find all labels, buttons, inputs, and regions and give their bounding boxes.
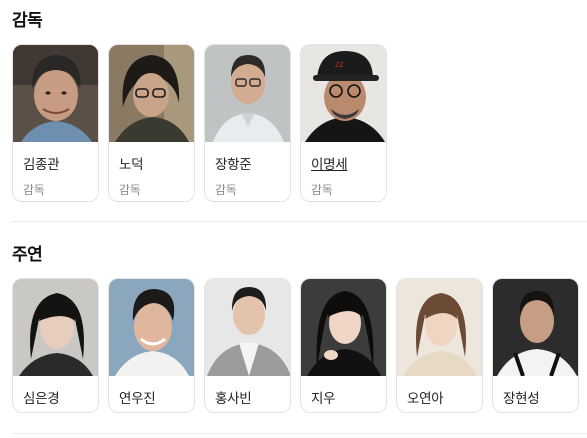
person-role: 감독 [23, 183, 45, 197]
person-card-director-1[interactable]: 김종관 감독 [12, 44, 99, 202]
people-panel: 감독 김종관 감독 노덕 감독 장항준 감독 ZZ 이명세 감독 주연 심은경 … [0, 0, 587, 438]
person-name-link[interactable]: 이명세 [311, 153, 386, 173]
person-card-director-2[interactable]: 노덕 감독 [108, 44, 195, 202]
person-photo: ZZ [301, 45, 386, 142]
directors-section-title: 감독 [12, 11, 43, 31]
directors-row: 김종관 감독 노덕 감독 장항준 감독 ZZ 이명세 감독 [12, 44, 387, 202]
person-name: 지우 [311, 391, 336, 407]
person-name: 장항준 [215, 157, 252, 173]
person-card-director-3[interactable]: 장항준 감독 [204, 44, 291, 202]
person-photo [493, 279, 578, 376]
svg-text:ZZ: ZZ [335, 62, 343, 69]
cast-section-title: 주연 [12, 245, 43, 265]
person-photo [397, 279, 482, 376]
person-photo [205, 279, 290, 376]
person-photo [109, 45, 194, 142]
person-photo [109, 279, 194, 376]
person-photo [301, 279, 386, 376]
person-name: 심은경 [23, 391, 60, 407]
person-role: 감독 [215, 183, 237, 197]
person-name: 연우진 [119, 391, 156, 407]
person-card-director-4[interactable]: ZZ 이명세 감독 [300, 44, 387, 202]
person-role: 감독 [311, 183, 333, 197]
person-card-cast-2[interactable]: 연우진 [108, 278, 195, 413]
person-role: 감독 [119, 183, 141, 197]
person-card-cast-3[interactable]: 홍사빈 [204, 278, 291, 413]
person-name: 김종관 [23, 157, 60, 173]
person-card-cast-5[interactable]: 오연아 [396, 278, 483, 413]
person-photo [13, 279, 98, 376]
person-card-cast-6[interactable]: 장현성 [492, 278, 579, 413]
person-name: 오연아 [407, 391, 444, 407]
person-name: 홍사빈 [215, 391, 252, 407]
person-photo [13, 45, 98, 142]
cast-row: 심은경 연우진 홍사빈 지우 오연아 장현성 [12, 278, 579, 413]
section-divider [12, 221, 587, 222]
section-divider-bottom [12, 433, 587, 434]
person-name: 노덕 [119, 157, 144, 173]
person-photo [205, 45, 290, 142]
person-card-cast-1[interactable]: 심은경 [12, 278, 99, 413]
person-card-cast-4[interactable]: 지우 [300, 278, 387, 413]
person-name: 장현성 [503, 391, 540, 407]
